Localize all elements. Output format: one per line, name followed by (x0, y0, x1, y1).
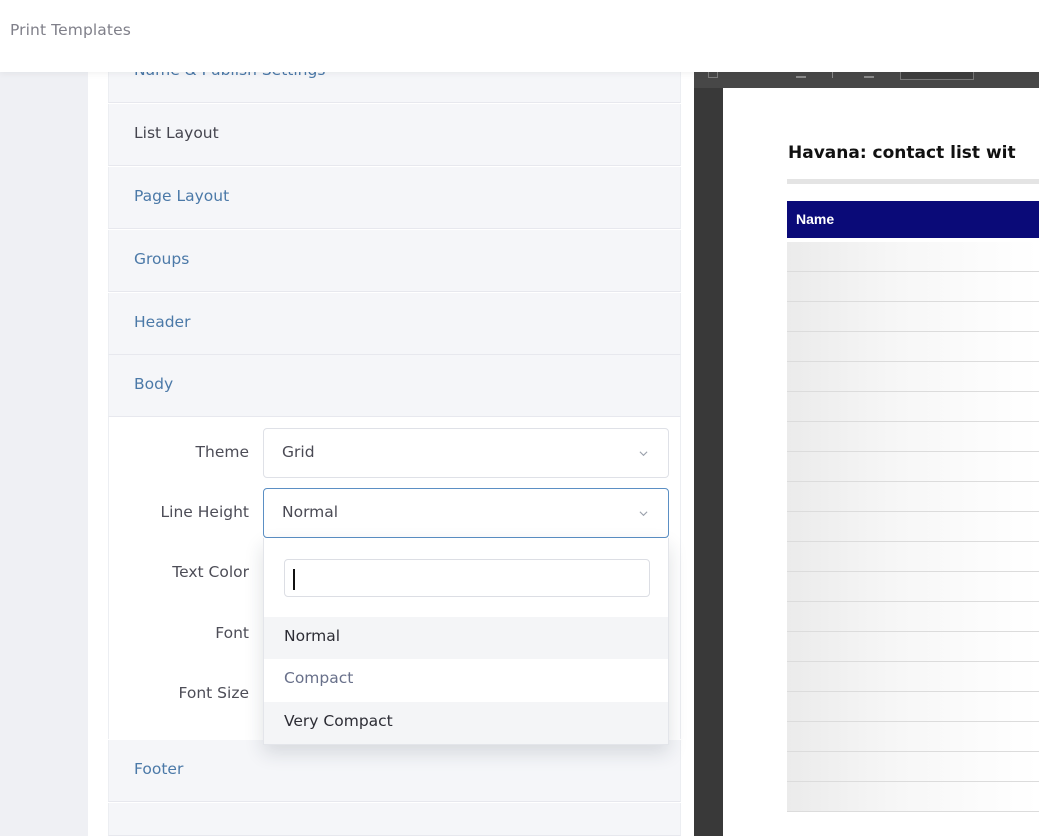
chevron-down-icon (639, 511, 648, 517)
font-label: Font (215, 624, 249, 642)
table-row (787, 572, 1039, 602)
text-color-label: Text Color (172, 563, 249, 581)
dropdown-search-input[interactable] (284, 559, 650, 597)
sidebar-toggle-icon[interactable] (708, 72, 718, 78)
table-row (787, 302, 1039, 332)
top-bar: Print Templates (0, 0, 1039, 72)
font-size-label: Font Size (178, 684, 250, 702)
line-height-select-value: Normal (282, 503, 339, 521)
table-row (787, 422, 1039, 452)
accordion-label: Groups (134, 250, 190, 268)
table-row (787, 512, 1039, 542)
search-icon[interactable] (796, 72, 806, 78)
left-gutter (0, 72, 88, 836)
option-label: Very Compact (284, 712, 393, 730)
table-row (787, 602, 1039, 632)
table-row (787, 242, 1039, 272)
line-height-dropdown: Normal Compact Very Compact (263, 538, 669, 745)
column-header-name: Name (796, 211, 835, 227)
table-row (787, 692, 1039, 722)
table-row (787, 362, 1039, 392)
accordion-page-layout[interactable]: Page Layout (108, 167, 681, 229)
accordion-header[interactable]: Header (108, 293, 681, 355)
table-row (787, 752, 1039, 782)
table-row (787, 452, 1039, 482)
table-row (787, 632, 1039, 662)
accordion-label: List Layout (134, 124, 219, 142)
accordion-label: Body (134, 375, 174, 393)
next-page-icon[interactable] (864, 72, 874, 78)
table-row (787, 662, 1039, 692)
theme-label: Theme (195, 443, 249, 461)
accordion-label: Header (134, 313, 191, 331)
table-row (787, 392, 1039, 422)
table-row (787, 482, 1039, 512)
option-normal[interactable]: Normal (264, 617, 668, 659)
table-rows (787, 242, 1039, 812)
accordion-groups[interactable]: Groups (108, 230, 681, 292)
document-title: Havana: contact list wit (788, 143, 1016, 163)
table-row (787, 272, 1039, 302)
title-divider (787, 179, 1039, 184)
option-label: Normal (284, 627, 341, 645)
accordion-label: Page Layout (134, 187, 230, 205)
table-row (787, 722, 1039, 752)
table-row (787, 542, 1039, 572)
viewer-toolbar (694, 72, 1039, 88)
previous-page-icon[interactable] (832, 72, 842, 78)
pdf-sidebar (694, 88, 723, 836)
accordion-body[interactable]: Body (108, 355, 681, 417)
line-height-select[interactable]: Normal (263, 488, 669, 538)
theme-select[interactable]: Grid (263, 428, 669, 478)
theme-select-value: Grid (282, 443, 315, 461)
option-compact[interactable]: Compact (264, 659, 668, 701)
page-number-input[interactable] (900, 72, 974, 80)
table-row (787, 782, 1039, 812)
table-header: Name (787, 201, 1039, 238)
accordion-label: Footer (134, 760, 184, 778)
accordion-next-section[interactable] (108, 803, 681, 836)
option-very-compact[interactable]: Very Compact (264, 702, 668, 744)
text-cursor (293, 569, 295, 590)
page-title: Print Templates (10, 21, 131, 39)
chevron-down-icon (639, 451, 648, 457)
accordion-footer[interactable]: Footer (108, 740, 681, 802)
accordion-list-layout[interactable]: List Layout (108, 104, 681, 166)
line-height-label: Line Height (160, 503, 249, 521)
table-row (787, 332, 1039, 362)
option-label: Compact (284, 669, 354, 687)
